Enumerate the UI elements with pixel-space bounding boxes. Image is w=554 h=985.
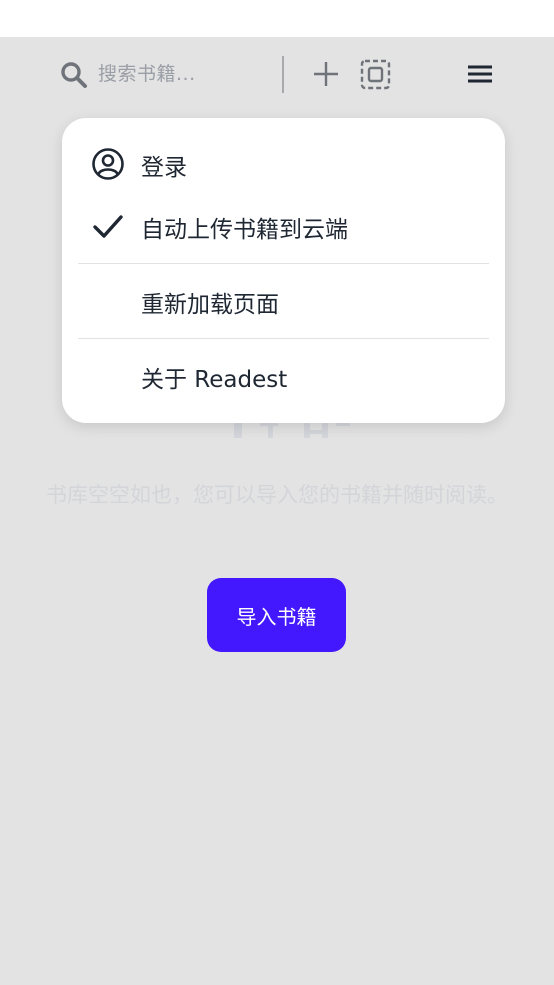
settings-dropdown-menu: 登录 自动上传书籍到云端 重新加载页面 关于 Readest — [62, 118, 505, 423]
plus-icon[interactable] — [311, 59, 341, 89]
status-bar — [0, 0, 554, 37]
menu-item-label: 重新加载页面 — [141, 292, 279, 318]
menu-item-auto-upload[interactable]: 自动上传书籍到云端 — [62, 196, 505, 256]
empty-library-message: 书库空空如也，您可以导入您的书籍并随时阅读。 — [46, 483, 508, 507]
toolbar-divider — [282, 56, 284, 93]
menu-item-about[interactable]: 关于 Readest — [62, 346, 505, 406]
menu-item-reload-page[interactable]: 重新加载页面 — [62, 271, 505, 331]
toolbar: 搜索书籍... — [0, 37, 554, 113]
search-input[interactable]: 搜索书籍... — [98, 59, 196, 86]
menu-item-login[interactable]: 登录 — [62, 134, 505, 194]
check-icon — [93, 215, 123, 238]
menu-item-label: 自动上传书籍到云端 — [141, 217, 348, 243]
menu-divider — [78, 263, 489, 264]
user-circle-icon — [92, 148, 124, 180]
menu-divider — [78, 338, 489, 339]
select-mode-icon[interactable] — [360, 59, 391, 90]
menu-item-label: 登录 — [141, 155, 187, 181]
menu-item-label: 关于 Readest — [141, 367, 288, 393]
hamburger-menu-icon[interactable] — [466, 62, 494, 86]
import-books-button[interactable]: 导入书籍 — [207, 578, 346, 652]
search-icon[interactable] — [60, 61, 88, 89]
